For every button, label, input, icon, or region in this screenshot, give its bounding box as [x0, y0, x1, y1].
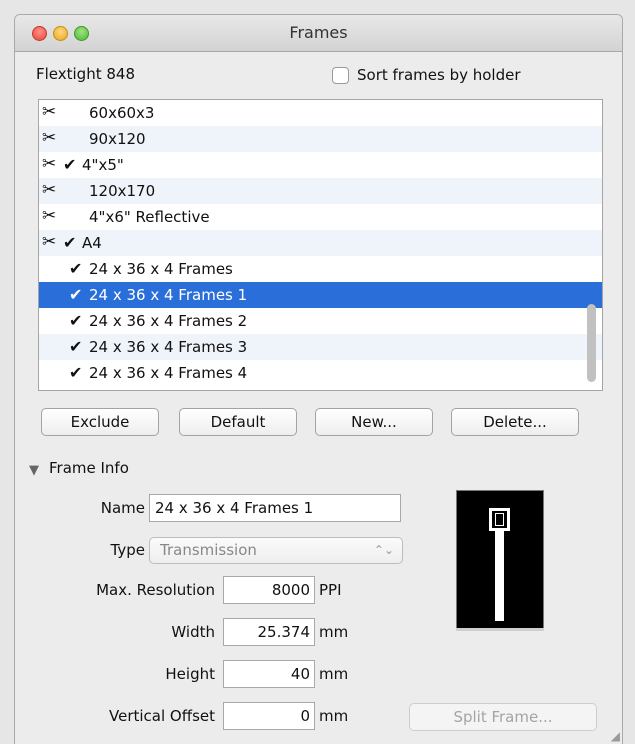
- holder-tool-icon: ✂: [42, 180, 57, 200]
- holder-tool-icon: ✂: [42, 102, 57, 122]
- holder-label: 24 x 36 x 4 Frames 2: [89, 312, 248, 330]
- height-label: Height: [165, 665, 215, 683]
- list-item[interactable]: ✔ 24 x 36 x 4 Frames 3: [39, 334, 602, 360]
- holder-label: 60x60x3: [89, 104, 155, 122]
- new-button[interactable]: New...: [315, 408, 433, 436]
- vertical-offset-label: Vertical Offset: [109, 707, 215, 725]
- list-item[interactable]: ✂ ✔ A4: [39, 230, 602, 256]
- holder-tool-icon: ✂: [42, 154, 57, 174]
- frame-preview: [456, 490, 544, 630]
- popup-arrows-icon: ⌃⌄: [373, 543, 394, 557]
- split-frame-button[interactable]: Split Frame...: [409, 703, 597, 731]
- window-title: Frames: [289, 23, 348, 42]
- enabled-check-icon: ✔: [69, 363, 83, 382]
- height-unit: mm: [319, 665, 349, 683]
- preview-strip: [495, 531, 504, 621]
- enabled-check-icon: ✔: [69, 311, 83, 330]
- type-label: Type: [110, 541, 145, 559]
- holder-label: 24 x 36 x 4 Frames: [89, 260, 233, 278]
- height-field[interactable]: 40: [223, 660, 315, 688]
- holder-label: 90x120: [89, 130, 146, 148]
- max-resolution-unit: PPI: [319, 581, 342, 599]
- width-label: Width: [171, 623, 215, 641]
- vertical-offset-unit: mm: [319, 707, 349, 725]
- name-field[interactable]: 24 x 36 x 4 Frames 1: [149, 494, 401, 522]
- holder-label: 4"x5": [82, 156, 124, 174]
- default-button[interactable]: Default: [179, 408, 297, 436]
- holder-label: 120x170: [89, 182, 156, 200]
- list-item[interactable]: ✂ ✔ 4"x5": [39, 152, 602, 178]
- list-item[interactable]: ✔ 24 x 36 x 4 Frames: [39, 256, 602, 282]
- enabled-check-icon: ✔: [63, 233, 77, 252]
- frame-info-heading: Frame Info: [49, 459, 129, 477]
- holder-tool-icon: ✂: [42, 206, 57, 226]
- delete-button[interactable]: Delete...: [451, 408, 579, 436]
- list-item[interactable]: ✂ 90x120: [39, 126, 602, 152]
- enabled-check-icon: ✔: [69, 259, 83, 278]
- list-scrollbar[interactable]: [587, 304, 596, 382]
- preview-shadow: [456, 628, 544, 631]
- frames-window: Frames Flextight 848 Sort frames by hold…: [14, 14, 623, 744]
- sort-by-holder-label[interactable]: Sort frames by holder: [357, 66, 521, 84]
- holder-label: 4"x6" Reflective: [89, 208, 210, 226]
- enabled-check-icon: ✔: [69, 337, 83, 356]
- sort-by-holder-checkbox[interactable]: [332, 67, 349, 84]
- list-item[interactable]: ✔ 24 x 36 x 4 Frames 1: [39, 282, 602, 308]
- list-item[interactable]: ✔ 24 x 36 x 4 Frames 2: [39, 308, 602, 334]
- holder-label: 24 x 36 x 4 Frames 4: [89, 364, 248, 382]
- list-item[interactable]: ✔ 24 x 36 x 4 Frames 4: [39, 360, 602, 386]
- holder-label: 24 x 36 x 4 Frames 1: [89, 286, 248, 304]
- name-label: Name: [100, 499, 145, 517]
- list-item[interactable]: ✂ 60x60x3: [39, 100, 602, 126]
- frame-holder-list[interactable]: ✔ 24 x 36 x 4 Frames 4 ✔ 24 x 36 x 4 Frames…: [38, 99, 603, 391]
- holder-tool-icon: ✂: [42, 128, 57, 148]
- title-bar: Frames: [15, 15, 622, 52]
- disclosure-triangle-icon[interactable]: ▼: [29, 463, 39, 478]
- preview-frame-window: [495, 513, 504, 526]
- exclude-button[interactable]: Exclude: [41, 408, 159, 436]
- scanner-name: Flextight 848: [36, 65, 135, 83]
- holder-label: A4: [82, 234, 102, 252]
- holder-tool-icon: ✂: [42, 232, 57, 252]
- type-popup[interactable]: Transmission ⌃⌄: [149, 537, 403, 564]
- list-item[interactable]: ✂ 4"x6" Reflective: [39, 204, 602, 230]
- holder-label: 24 x 36 x 4 Frames 3: [89, 338, 248, 356]
- type-value: Transmission: [160, 541, 257, 559]
- enabled-check-icon: ✔: [69, 285, 83, 304]
- width-field[interactable]: 25.374: [223, 618, 315, 646]
- vertical-offset-field[interactable]: 0: [223, 702, 315, 730]
- max-resolution-label: Max. Resolution: [96, 581, 215, 599]
- list-item[interactable]: ✂ 120x170: [39, 178, 602, 204]
- enabled-check-icon: ✔: [63, 155, 77, 174]
- resize-grip-icon[interactable]: ◢: [611, 730, 620, 742]
- max-resolution-field[interactable]: 8000: [223, 576, 315, 604]
- width-unit: mm: [319, 623, 349, 641]
